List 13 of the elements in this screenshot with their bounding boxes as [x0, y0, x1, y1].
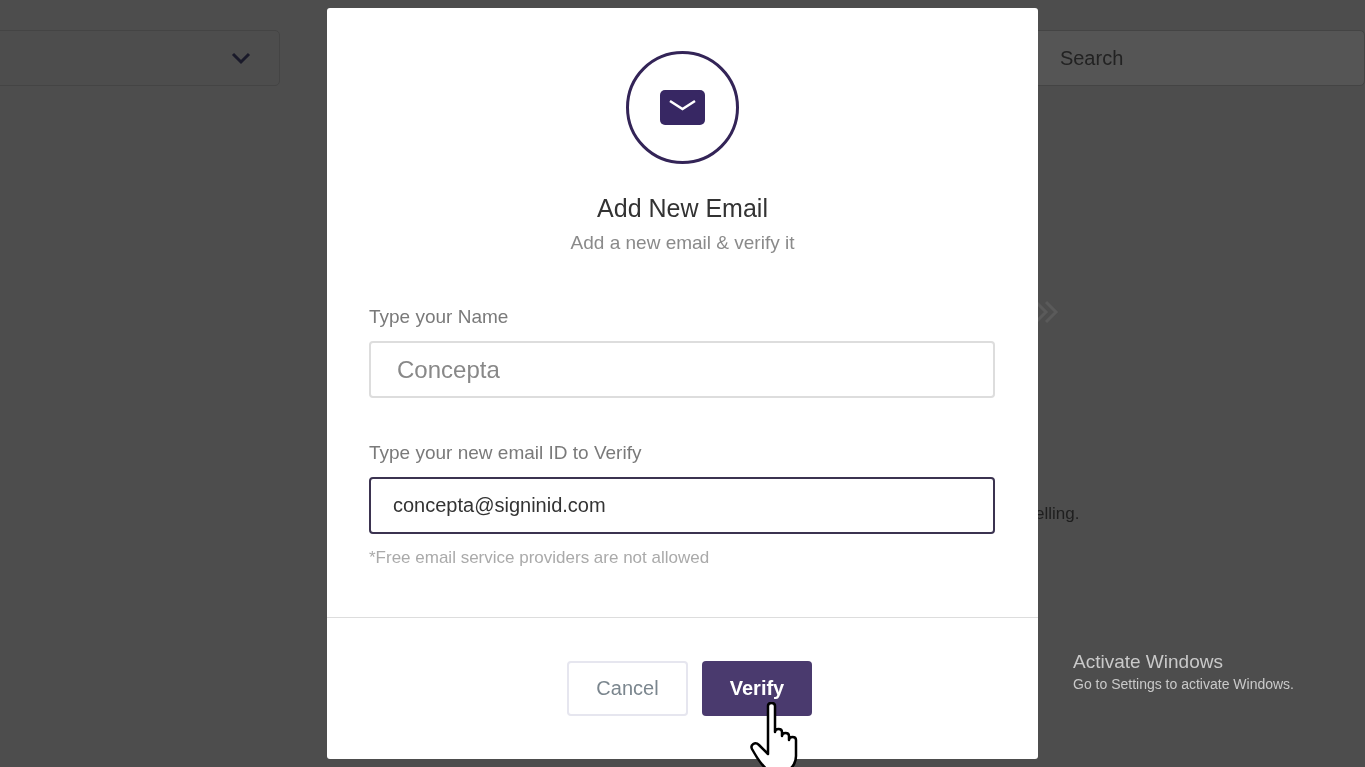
activation-text: Go to Settings to activate Windows.: [1073, 676, 1294, 692]
dropdown[interactable]: [0, 30, 280, 86]
envelope-icon: [660, 90, 705, 125]
input-field[interactable]: concepta@signinid.com: [369, 477, 995, 534]
dialog-subtitle: Add a new email & verify it: [570, 232, 795, 254]
cancel-button[interactable]: Cancel: [567, 661, 688, 716]
dialog-title: Add New Email: [597, 194, 768, 223]
field-label: Type your new email ID to Verify: [369, 442, 643, 464]
activation-title: Activate Windows: [1073, 651, 1224, 673]
input-field[interactable]: Concepta: [369, 341, 995, 398]
field-label: Type your Name: [369, 306, 510, 328]
hint-text: *Free email service providers are not allowed: [369, 548, 711, 568]
chevron-down-icon: [230, 51, 251, 65]
